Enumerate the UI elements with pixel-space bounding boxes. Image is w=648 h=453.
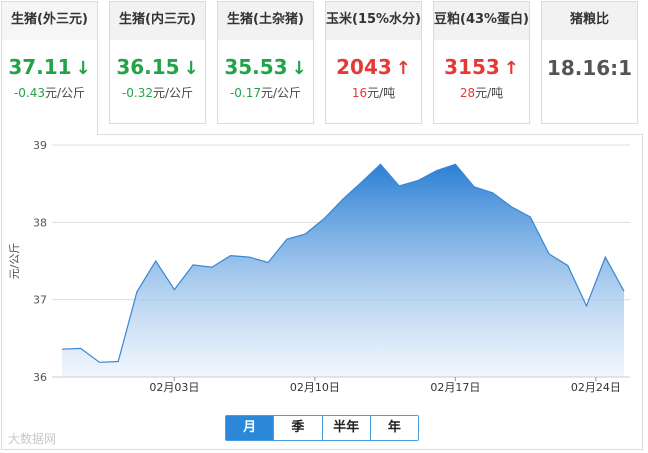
card-price: 37.11 ↓	[2, 55, 97, 79]
price-value: 35.53	[224, 55, 288, 79]
arrow-up-icon: ↑	[503, 58, 519, 79]
card-price: 18.16:1	[542, 56, 637, 80]
y-axis-label: 元/公斤	[8, 243, 21, 280]
card-price: 36.15 ↓	[110, 55, 205, 79]
commodity-card-3[interactable]: 玉米(15%水分) 2043 ↑ 16元/吨	[325, 1, 422, 124]
change-value: -0.43	[13, 86, 45, 100]
commodity-card-2[interactable]: 生猪(土杂猪) 35.53 ↓ -0.17元/公斤	[217, 1, 314, 124]
price-chart: 36 37 38 39 元/公斤 02月03日 02月10日 02月17日 02月24日	[1, 134, 643, 450]
range-button-3[interactable]: 年	[369, 416, 418, 440]
range-button-0[interactable]: 月	[226, 416, 274, 440]
card-price: 3153 ↑	[434, 55, 529, 79]
commodity-card-4[interactable]: 豆粕(43%蛋白) 3153 ↑ 28元/吨	[433, 1, 530, 124]
series-area	[62, 164, 624, 377]
card-title: 生猪(土杂猪)	[218, 2, 313, 40]
y-tick-label-0: 36	[33, 371, 47, 384]
card-title: 生猪(外三元)	[2, 2, 97, 40]
price-value: 36.15	[116, 55, 180, 79]
x-tick-label-0: 02月03日	[149, 381, 199, 394]
card-change: -0.17元/公斤	[218, 84, 313, 101]
time-range-switcher: 月季半年年	[225, 415, 419, 441]
card-change: -0.32元/公斤	[110, 84, 205, 101]
arrow-down-icon: ↓	[75, 58, 91, 79]
price-value: 3153	[444, 55, 500, 79]
y-tick-label-1: 37	[33, 294, 47, 307]
range-button-2[interactable]: 半年	[321, 416, 370, 440]
card-title: 豆粕(43%蛋白)	[434, 2, 529, 40]
arrow-down-icon: ↓	[183, 58, 199, 79]
price-chart-svg: 36 37 38 39 元/公斤 02月03日 02月10日 02月17日 02月24日	[8, 139, 630, 394]
card-change: 28元/吨	[434, 84, 529, 101]
card-price: 2043 ↑	[326, 55, 421, 79]
x-tick-label-1: 02月10日	[290, 381, 340, 394]
commodity-card-0[interactable]: 生猪(外三元) 37.11 ↓ -0.43元/公斤	[1, 1, 98, 135]
change-value: 16	[351, 86, 368, 100]
change-value: -0.32	[121, 86, 153, 100]
card-price: 35.53 ↓	[218, 55, 313, 79]
change-unit: 元/公斤	[45, 86, 86, 100]
change-unit: 元/吨	[367, 86, 396, 100]
commodity-card-5[interactable]: 猪粮比 18.16:1	[541, 1, 638, 124]
x-tick-label-2: 02月17日	[430, 381, 480, 394]
card-title: 生猪(内三元)	[110, 2, 205, 40]
change-unit: 元/吨	[475, 86, 504, 100]
arrow-down-icon: ↓	[291, 58, 307, 79]
change-value: 28	[459, 86, 476, 100]
x-tick-label-3: 02月24日	[571, 381, 621, 394]
card-title: 猪粮比	[542, 2, 637, 40]
price-value: 37.11	[8, 55, 72, 79]
commodity-tabs: 生猪(外三元) 37.11 ↓ -0.43元/公斤 生猪(内三元) 36.15 ↓ -0.32…	[0, 0, 648, 135]
card-change: 16元/吨	[326, 84, 421, 101]
card-title: 玉米(15%水分)	[326, 2, 421, 40]
commodity-card-1[interactable]: 生猪(内三元) 36.15 ↓ -0.32元/公斤	[109, 1, 206, 124]
range-button-1[interactable]: 季	[273, 416, 321, 440]
arrow-up-icon: ↑	[395, 58, 411, 79]
card-change: -0.43元/公斤	[2, 84, 97, 101]
change-unit: 元/公斤	[261, 86, 302, 100]
change-value: -0.17	[229, 86, 261, 100]
price-value: 18.16:1	[546, 56, 633, 80]
y-tick-label-3: 39	[33, 139, 47, 152]
y-tick-label-2: 38	[33, 216, 47, 229]
change-unit: 元/公斤	[153, 86, 194, 100]
watermark: 大数据网	[8, 432, 57, 446]
price-value: 2043	[336, 55, 392, 79]
